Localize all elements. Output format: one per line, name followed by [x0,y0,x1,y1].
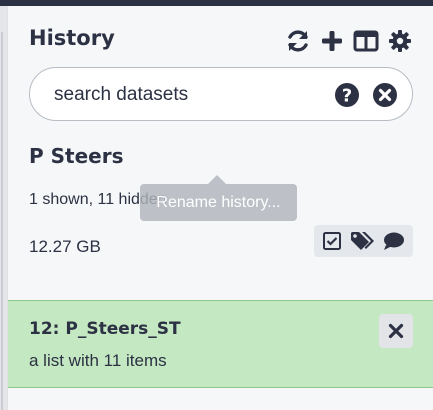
history-panel: History search datasets ? P Steers 1 sho… [8,6,433,410]
search-input[interactable] [54,82,324,108]
dataset-subtitle: a list with 11 items [29,351,167,370]
divider [1,32,3,410]
comment-icon[interactable] [383,231,405,251]
dataset-item[interactable]: 12: P_Steers_ST a list with 11 items [8,300,433,388]
gear-icon[interactable] [386,27,413,54]
sync-icon[interactable] [284,27,311,54]
rename-tooltip: Rename history... [140,175,297,221]
tags-icon[interactable] [349,230,375,252]
plus-icon[interactable] [318,27,345,54]
dataset-title: 12: P_Steers_ST [29,319,181,339]
question-circle-icon[interactable]: ? [334,82,360,108]
svg-text:?: ? [342,86,352,107]
check-square-icon[interactable] [322,231,342,251]
center-panel-edge [0,6,7,410]
clear-search-icon[interactable] [372,82,398,108]
panel-title: History [29,26,115,50]
history-toolbar [284,27,413,54]
columns-icon[interactable] [352,27,379,54]
history-actions [314,225,413,257]
history-name[interactable]: P Steers [29,144,123,168]
delete-icon[interactable] [379,314,413,348]
history-size: 12.27 GB [29,237,101,256]
search-box: ? [29,67,413,121]
